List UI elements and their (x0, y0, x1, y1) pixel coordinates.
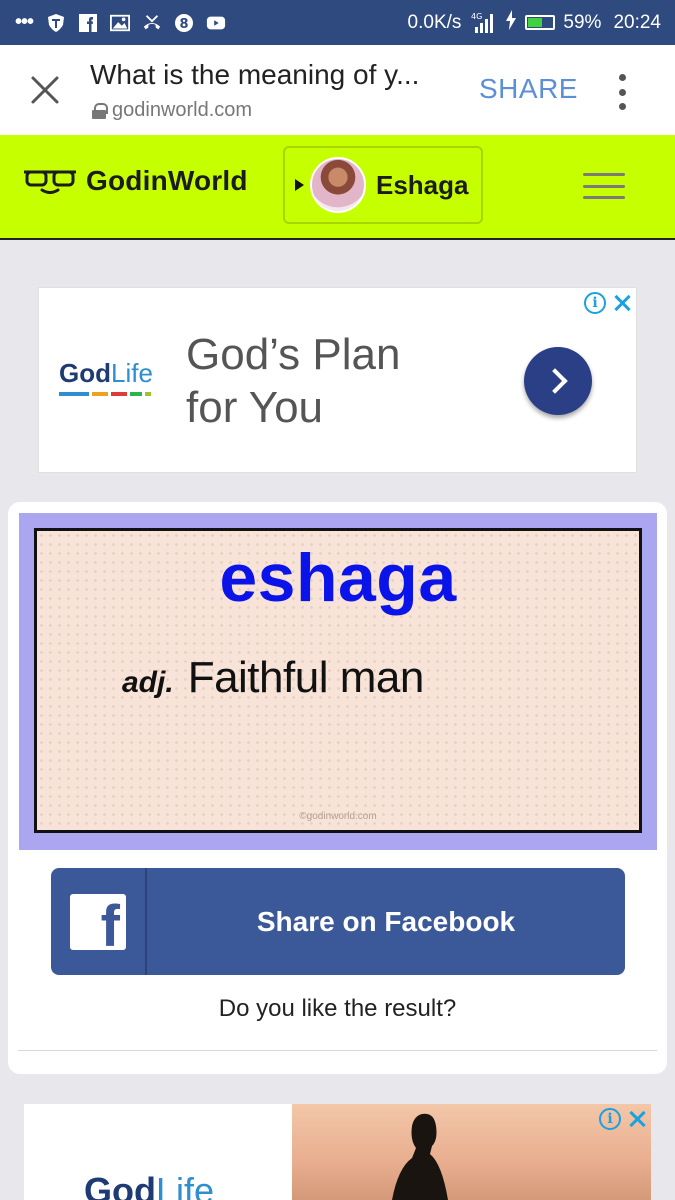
result-meaning: Faithful man (187, 653, 425, 702)
vpn-shield-icon (46, 13, 66, 33)
share-on-facebook-button[interactable]: f Share on Facebook (51, 868, 625, 975)
charging-icon (505, 9, 517, 36)
browser-toolbar: What is the meaning of y... godinworld.c… (0, 45, 675, 135)
ad-next-button[interactable] (524, 347, 592, 415)
brand-name: GodinWorld (86, 165, 248, 196)
ad-headline-line1: God’s Plan (186, 330, 401, 379)
ad-brand-logo-bottom: GodLife (84, 1170, 214, 1200)
missed-call-icon (142, 13, 162, 33)
more-options-icon[interactable] (612, 74, 632, 110)
result-image-frame: eshaga adj. Faithful man ©godinworld.com (19, 513, 657, 850)
ad-brand-suffix: Life (155, 1170, 215, 1200)
part-of-speech: adj. (122, 666, 174, 699)
page-title: What is the meaning of y... (90, 59, 420, 90)
site-header: GodinWorld Eshaga (0, 135, 675, 240)
ad-banner-top[interactable]: i GodLife God’s Plan for You (38, 287, 637, 473)
ad-headline-line2: for You (186, 383, 324, 432)
share-on-facebook-label: Share on Facebook (256, 905, 516, 937)
signal-icon: 4G (469, 11, 497, 35)
site-logo[interactable]: GodinWorld (22, 165, 248, 197)
youtube-icon (206, 13, 226, 33)
ad-close-icon[interactable] (612, 293, 632, 313)
result-definition: adj. Faithful man (122, 653, 424, 703)
user-profile-chip[interactable]: Eshaga (283, 146, 483, 224)
avatar (310, 157, 366, 213)
share-button[interactable]: SHARE (479, 73, 578, 105)
watermark: ©godinworld.com (299, 811, 377, 822)
ad-choices[interactable]: i (584, 292, 632, 314)
ad-close-icon[interactable] (627, 1109, 647, 1129)
clock: 20:24 (613, 11, 661, 33)
result-card: eshaga adj. Faithful man ©godinworld.com… (8, 502, 667, 1074)
more-notifications-icon: ••• (14, 11, 34, 33)
ad-banner-bottom[interactable]: i GodLife (24, 1104, 651, 1200)
ad-info-icon[interactable]: i (584, 292, 606, 314)
divider (18, 1050, 657, 1051)
ad-photo (292, 1104, 651, 1200)
person-silhouette-icon (392, 1113, 448, 1200)
gallery-icon (110, 13, 130, 33)
status-bar: ••• 8 0.0K/s 4G 59% 20:24 (0, 0, 675, 45)
menu-icon[interactable] (583, 173, 625, 199)
ad-brand-logo: GodLife (59, 358, 153, 396)
lock-icon (92, 102, 108, 119)
result-word: eshaga (219, 540, 457, 616)
ad-brand-colorbar (59, 392, 153, 396)
battery-percent: 59% (563, 11, 602, 33)
result-image: eshaga adj. Faithful man ©godinworld.com (34, 528, 642, 833)
facebook-icon: f (70, 893, 126, 950)
ad-brand-prefix: God (84, 1170, 156, 1200)
ad-brand-prefix: God (59, 358, 111, 388)
user-name: Eshaga (376, 169, 469, 200)
network-speed: 0.0K/s (407, 11, 462, 33)
network-type-label: 4G (471, 12, 482, 21)
play-icon (295, 179, 304, 191)
chevron-right-icon (542, 368, 568, 394)
battery-icon (525, 15, 556, 30)
feedback-question: Do you like the result? (218, 995, 457, 1022)
url-text: godinworld.com (112, 99, 253, 121)
ad-choices-bottom[interactable]: i (599, 1108, 647, 1130)
page-url[interactable]: godinworld.com (92, 99, 252, 122)
svg-text:8: 8 (179, 17, 188, 32)
facebook-notification-icon (78, 13, 98, 33)
app-notification-icon: 8 (174, 13, 194, 33)
battery-level-fill (528, 18, 542, 27)
close-icon[interactable] (28, 73, 62, 107)
facebook-icon-box: f (51, 868, 147, 975)
ad-info-icon[interactable]: i (599, 1108, 621, 1130)
ad-brand-suffix: Life (111, 358, 153, 388)
glasses-icon (24, 170, 76, 194)
ad-headline: God’s Plan for You (186, 328, 400, 434)
